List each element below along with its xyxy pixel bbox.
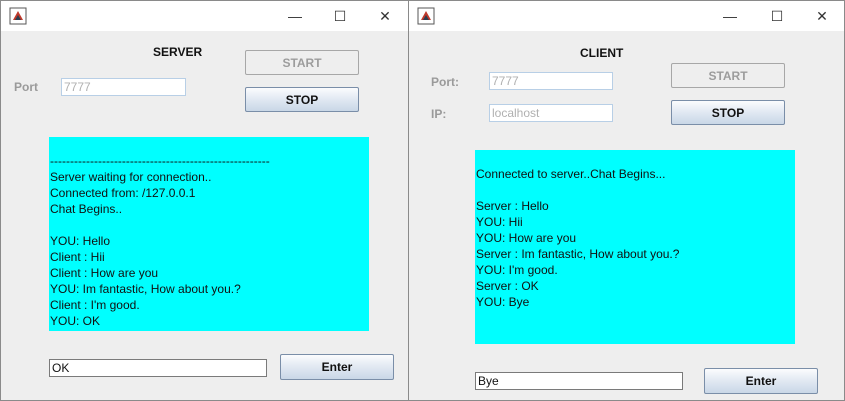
client-titlebar[interactable]: — ☐ ✕ [409,1,844,31]
client-message-input[interactable] [475,372,683,390]
chat-message-line: Connected from: /127.0.0.1 [50,186,196,200]
chat-message-line: YOU: How are you [476,231,577,245]
client-port-input[interactable] [489,72,613,90]
close-icon[interactable]: ✕ [367,4,403,28]
close-icon[interactable]: ✕ [804,4,840,28]
minimize-icon[interactable]: — [712,4,748,28]
chat-message-line: YOU: I'm good. [476,263,558,277]
chat-message-line [476,182,795,198]
server-enter-button[interactable]: Enter [280,354,394,380]
chat-message-line: Chat Begins.. [50,202,123,216]
server-message-input[interactable] [49,359,267,377]
chat-message-line: Server : Hello [476,199,549,213]
client-window: — ☐ ✕ CLIENT Port: IP: START STOP Connec… [408,0,845,401]
maximize-icon[interactable]: ☐ [322,4,358,28]
client-port-label: Port: [431,75,459,89]
minimize-icon[interactable]: — [277,4,313,28]
chat-message-line: Server : Im fantastic, How about you.? [476,247,680,261]
server-chat-area[interactable]: ----------------------------------------… [49,137,369,331]
chat-message-line: Client : Hii [50,250,105,264]
client-chat-area[interactable]: Connected to server..Chat Begins... Serve… [475,150,795,344]
client-stop-button[interactable]: STOP [671,100,785,125]
server-start-button[interactable]: START [245,50,359,75]
chat-message-line: YOU: Im fantastic, How about you.? [50,282,241,296]
client-enter-button[interactable]: Enter [704,368,818,394]
chat-message-line: YOU: OK [50,314,101,328]
client-ip-input[interactable] [489,104,613,122]
client-start-button[interactable]: START [671,63,785,88]
chat-message-line: YOU: Bye [476,295,530,309]
maximize-icon[interactable]: ☐ [759,4,795,28]
chat-message-line: Client : I'm good. [50,298,140,312]
chat-message-line: Server : OK [476,279,539,293]
server-stop-button[interactable]: STOP [245,87,359,112]
chat-message-line: YOU: Hii [476,215,523,229]
chat-message-line: YOU: Hello [50,234,111,248]
server-port-label: Port [14,80,38,94]
chat-message-line: Server waiting for connection.. [50,170,212,184]
chat-message-line [50,217,369,233]
client-ip-label: IP: [431,107,447,121]
server-title: SERVER [153,45,203,59]
chat-message-line: ----------------------------------------… [50,154,270,168]
chat-message-line: Connected to server..Chat Begins... [476,167,666,181]
chat-message-line: Client : How are you [50,266,159,280]
java-app-icon [417,7,435,25]
server-port-input[interactable] [61,78,186,96]
server-titlebar[interactable]: — ☐ ✕ [1,1,409,31]
java-app-icon [9,7,27,25]
client-title: CLIENT [580,46,624,60]
server-window: — ☐ ✕ SERVER Port START STOP -----------… [0,0,410,401]
